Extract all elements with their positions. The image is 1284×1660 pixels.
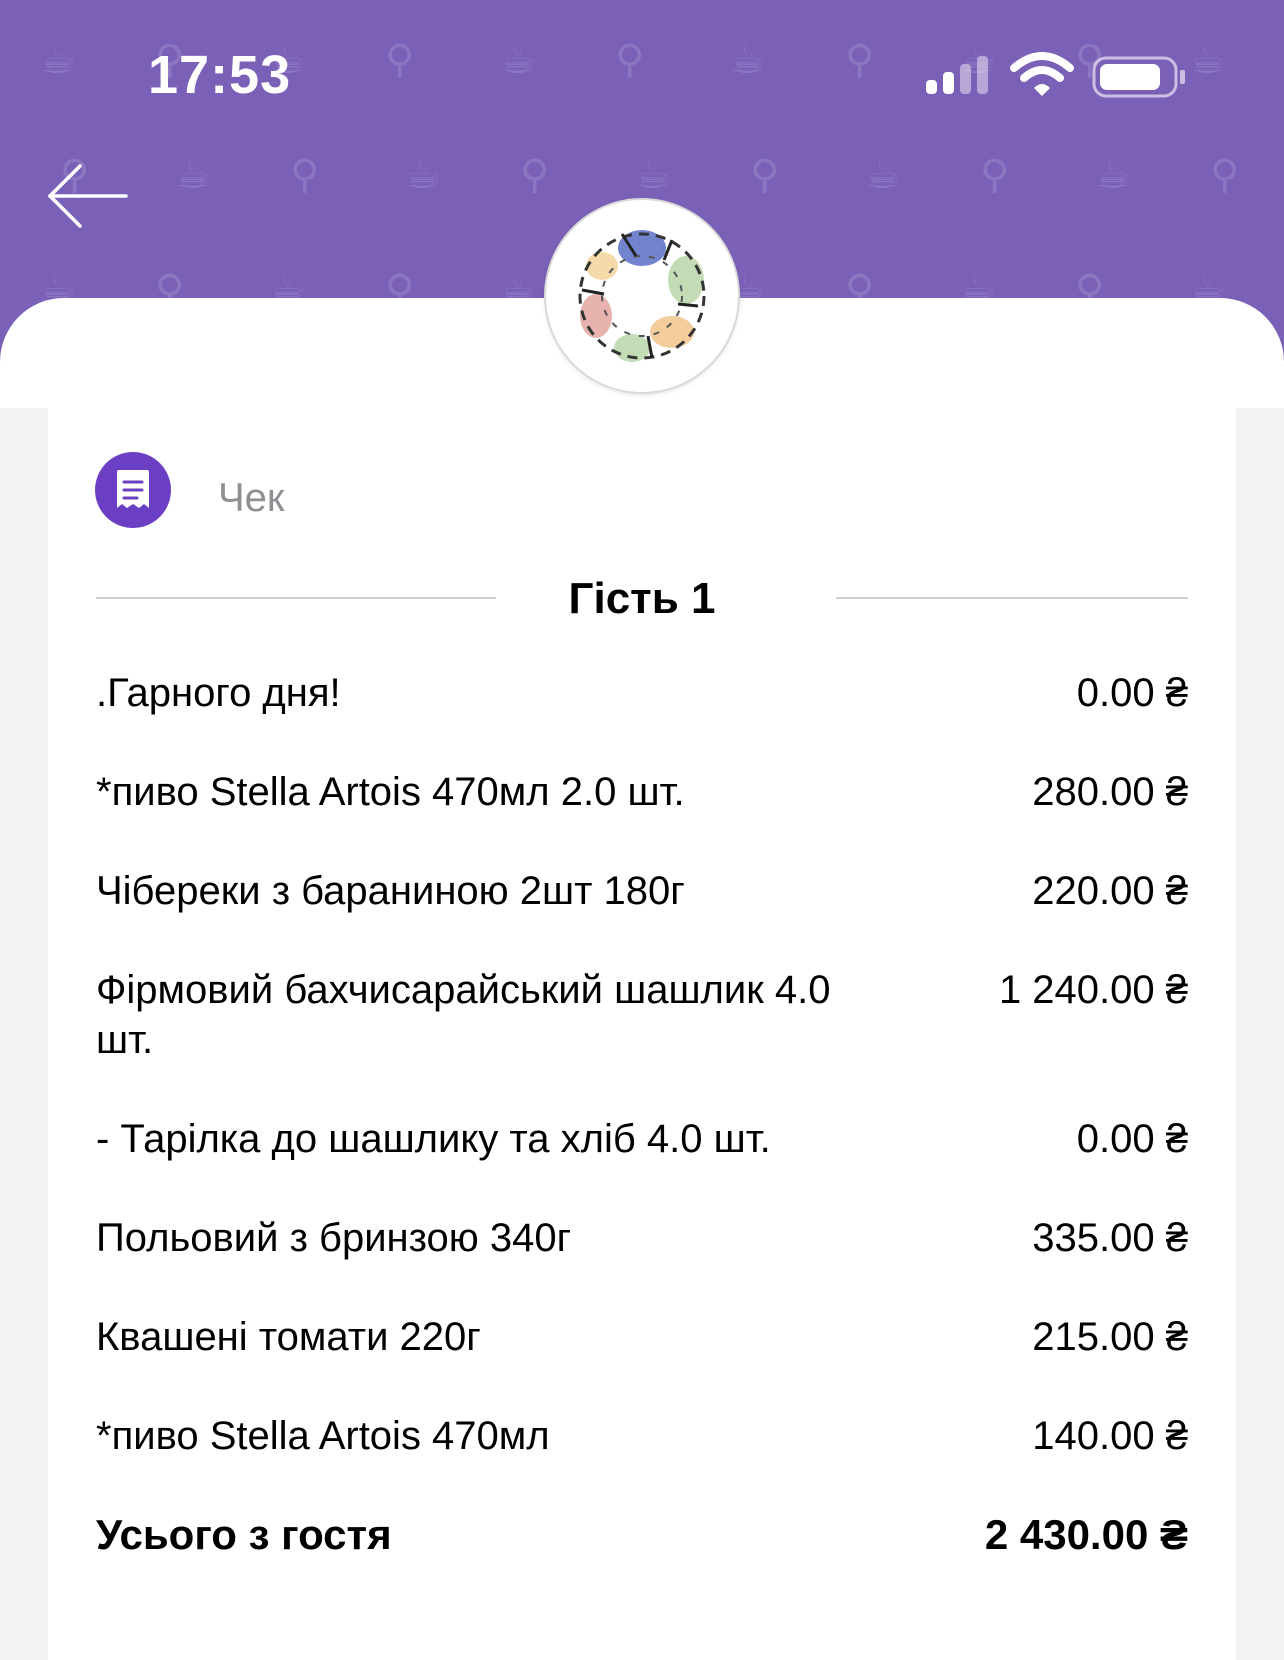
pattern-icon: ⚲ (385, 38, 415, 82)
back-button[interactable] (44, 158, 130, 234)
receipt-card: Чек Гість 1 .Гарного дня! 0.00 ₴ *пиво S… (48, 400, 1236, 1660)
status-bar-time: 17:53 (148, 45, 292, 105)
pattern-icon: ☕ (175, 153, 211, 197)
pattern-icon: ☕ (1190, 38, 1226, 82)
item-name: Фірмовий бахчисарайський шашлик 4.0 шт. (96, 968, 831, 1062)
item-name: *пиво Stella Artois 470мл (96, 1414, 550, 1458)
item-price: 335.00 ₴ (1032, 1216, 1188, 1260)
item-price: 140.00 ₴ (1032, 1414, 1188, 1458)
pattern-icon: ☕ (865, 153, 901, 197)
arrow-left-icon (48, 164, 128, 228)
item-name: Польовий з бринзою 340г (96, 1216, 572, 1260)
pattern-icon: ☕ (1095, 153, 1131, 197)
receipt-title: Чек (218, 476, 285, 520)
item-name: *пиво Stella Artois 470мл 2.0 шт. (96, 770, 685, 814)
pattern-icon: ☕ (405, 153, 441, 197)
pattern-icon: ☕ (40, 38, 76, 82)
pattern-icon: ⚲ (1210, 153, 1240, 197)
pattern-icon: ☕ (635, 153, 671, 197)
guest-divider: Гість 1 (96, 568, 1188, 628)
pattern-icon: ⚲ (290, 153, 320, 197)
wifi-icon (1010, 52, 1074, 96)
pattern-icon: ☕ (500, 38, 536, 82)
item-name: .Гарного дня! (96, 671, 341, 715)
guest-title: Гість 1 (568, 574, 716, 623)
restaurant-logo (546, 200, 738, 392)
item-price: 215.00 ₴ (1032, 1315, 1188, 1359)
pattern-icon: ⚲ (980, 153, 1010, 197)
item-name: Чібереки з бараниною 2шт 180г (96, 869, 685, 913)
item-price: 0.00 ₴ (1076, 1117, 1188, 1161)
item-name: Квашені томати 220г (96, 1315, 481, 1359)
total-label: Усього з гостя (96, 1511, 392, 1558)
battery-icon (1092, 56, 1185, 98)
pattern-icon: ☕ (730, 38, 766, 82)
divider-line-right (836, 597, 1188, 599)
cellular-signal-icon (926, 56, 988, 94)
item-price: 220.00 ₴ (1032, 869, 1188, 913)
item-price: 0.00 ₴ (1076, 671, 1188, 715)
pattern-icon: ⚲ (615, 38, 645, 82)
total-value: 2 430.00 ₴ (984, 1511, 1188, 1558)
pattern-icon: ⚲ (750, 153, 780, 197)
pattern-icon: ⚲ (845, 38, 875, 82)
receipt-icon (95, 452, 171, 528)
item-price: 280.00 ₴ (1032, 770, 1188, 814)
item-name: - Тарілка до шашлику та хліб 4.0 шт. (96, 1117, 771, 1161)
pattern-icon: ⚲ (520, 153, 550, 197)
item-price: 1 240.00 ₴ (998, 968, 1188, 1012)
